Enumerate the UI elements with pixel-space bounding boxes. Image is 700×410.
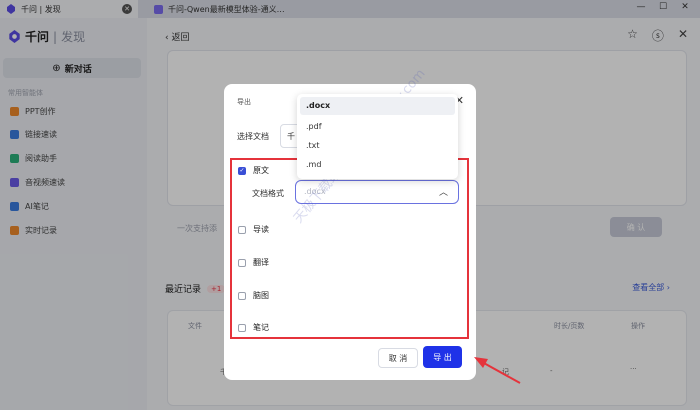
option-guide[interactable]: 导读 xyxy=(238,224,269,235)
format-dropdown: .docx .pdf .txt .md xyxy=(297,94,458,179)
option-label: 原文 xyxy=(253,166,269,175)
checkbox-icon[interactable] xyxy=(238,225,246,234)
option-mindmap[interactable]: 脑图 xyxy=(238,290,269,301)
option-label: 笔记 xyxy=(253,323,269,332)
dropdown-option-txt[interactable]: .txt xyxy=(300,137,455,155)
dropdown-option-md[interactable]: .md xyxy=(300,156,455,174)
option-translate[interactable]: 翻译 xyxy=(238,257,269,268)
option-label: 脑图 xyxy=(253,291,269,300)
modal-title: 导出 xyxy=(237,98,251,106)
option-original[interactable]: ✓ 原文 xyxy=(238,165,269,176)
dropdown-option-pdf[interactable]: .pdf xyxy=(300,118,455,136)
option-label: 导读 xyxy=(253,225,269,234)
export-button[interactable]: 导 出 xyxy=(423,346,462,368)
chevron-up-icon: ︿ xyxy=(438,188,448,198)
checkbox-checked-icon[interactable]: ✓ xyxy=(238,166,246,175)
dropdown-option-docx[interactable]: .docx xyxy=(300,97,455,115)
option-label: 翻译 xyxy=(253,258,269,267)
format-label: 文档格式 xyxy=(252,189,284,198)
checkbox-icon[interactable] xyxy=(238,291,246,300)
option-notes[interactable]: 笔记 xyxy=(238,322,269,333)
checkbox-icon[interactable] xyxy=(238,323,246,332)
cancel-button[interactable]: 取 消 xyxy=(378,348,418,368)
checkbox-icon[interactable] xyxy=(238,258,246,267)
select-document-label: 选择文档 xyxy=(237,132,269,141)
